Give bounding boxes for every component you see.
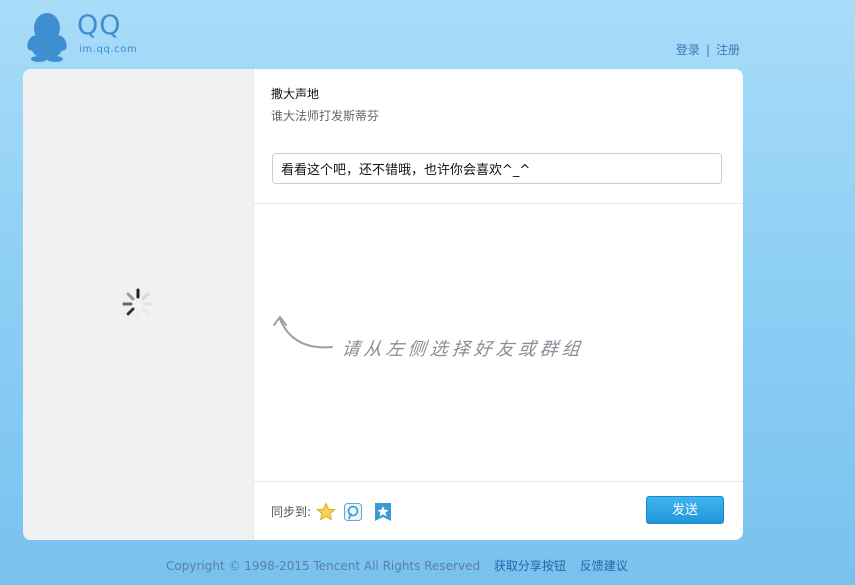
sync-label: 同步到: [271, 505, 312, 519]
share-message-input[interactable] [272, 153, 722, 184]
link-separator: | [705, 43, 710, 57]
brand-domain: im.qq.com [79, 44, 138, 55]
get-share-button-link[interactable]: 获取分享按钮 [494, 559, 566, 573]
friend-list-pane[interactable] [23, 69, 254, 540]
register-link[interactable]: 注册 [716, 43, 740, 57]
qq-logo[interactable]: QQ im.qq.com [26, 10, 156, 62]
feedback-link[interactable]: 反馈建议 [580, 559, 628, 573]
share-description: 谁大法师打发斯蒂芬 [271, 109, 380, 123]
curved-arrow-icon [273, 316, 333, 349]
share-title: 撒大声地 [271, 87, 320, 101]
copyright-text: Copyright © 1998-2015 Tencent All Rights… [166, 559, 481, 573]
tencent-weibo-icon[interactable] [343, 502, 363, 522]
share-panel: 撒大声地 谁大法师打发斯蒂芬 请从左侧选择好友或群组 同步到: 发送 [23, 69, 743, 540]
brand-name: QQ [77, 10, 122, 41]
qzone-star-icon[interactable] [316, 502, 336, 522]
login-link[interactable]: 登录 [676, 43, 700, 57]
favorites-icon[interactable] [373, 502, 393, 522]
auth-links: 登录 | 注册 [676, 41, 740, 58]
footer: Copyright © 1998-2015 Tencent All Rights… [166, 557, 628, 574]
send-button[interactable]: 发送 [646, 496, 724, 524]
divider [254, 203, 743, 204]
share-content-pane: 撒大声地 谁大法师打发斯蒂芬 请从左侧选择好友或群组 同步到: 发送 [254, 69, 743, 540]
select-friend-hint: 请从左侧选择好友或群组 [340, 339, 585, 360]
divider [254, 481, 743, 482]
penguin-icon [27, 13, 67, 62]
loading-spinner-icon [122, 288, 154, 320]
